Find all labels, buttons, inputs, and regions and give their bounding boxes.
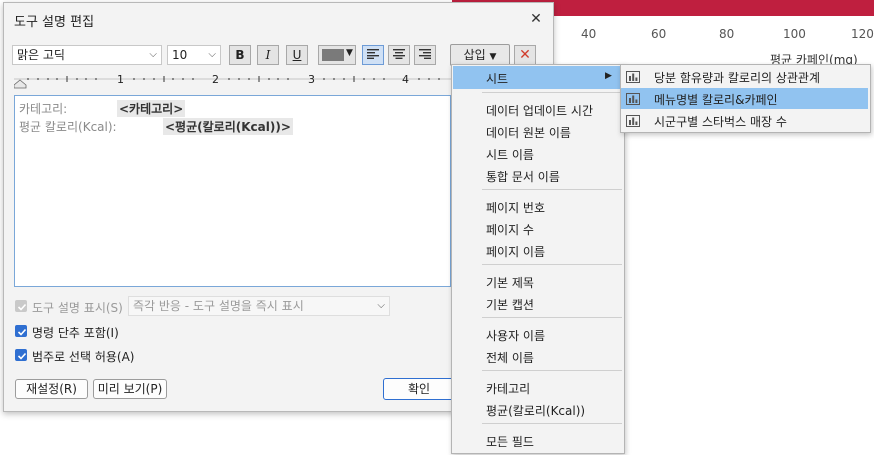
axis-tick-label: 80 <box>719 27 735 41</box>
ruler-number: 3 <box>308 73 315 86</box>
field-tag-category[interactable]: <카테고리> <box>117 100 186 117</box>
ruler-number: 1 <box>117 73 124 86</box>
bar-chart-icon <box>626 115 640 127</box>
insert-menu: 시트 ▶ 데이터 업데이트 시간 데이터 원본 이름 시트 이름 통합 문서 이… <box>451 64 625 454</box>
tooltip-mode-value: 즉각 반응 - 도구 설명을 즉시 표시 <box>133 299 304 313</box>
menu-item[interactable]: 모든 필드 <box>486 433 534 450</box>
bar-chart-icon <box>626 71 640 83</box>
editor-label-category: 카테고리: <box>19 102 68 116</box>
close-button[interactable]: ✕ <box>524 8 548 30</box>
font-color-picker[interactable]: ▼ <box>318 45 356 65</box>
menu-item[interactable]: 데이터 업데이트 시간 <box>486 102 593 119</box>
insert-menu-button[interactable]: 삽입 ▼ <box>450 44 510 66</box>
clear-button[interactable]: ✕ <box>514 45 536 65</box>
allow-category-select-label: 범주로 선택 허용(A) <box>32 350 135 364</box>
align-center-icon <box>393 49 405 59</box>
submenu-item[interactable]: 당분 함유량과 칼로리의 상관관계 <box>621 66 868 87</box>
menu-separator <box>482 317 622 318</box>
underline-button[interactable]: U <box>286 45 308 65</box>
submenu-arrow-icon: ▶ <box>605 71 612 81</box>
ruler-number: 4 <box>402 73 409 86</box>
menu-item[interactable]: 시트 이름 <box>486 146 534 163</box>
menu-separator <box>482 423 622 424</box>
submenu-item-label: 메뉴명별 칼로리&카페인 <box>654 93 778 107</box>
align-right-icon <box>419 49 431 59</box>
menu-item[interactable]: 카테고리 <box>486 380 530 397</box>
italic-button[interactable]: I <box>257 45 279 65</box>
align-left-button[interactable] <box>362 45 384 65</box>
menu-item[interactable]: 기본 캡션 <box>486 296 534 313</box>
sheets-submenu: 당분 함유량과 칼로리의 상관관계 메뉴명별 칼로리&카페인 시군구별 스타벅스… <box>620 64 871 133</box>
axis-tick-label: 100 <box>783 27 806 41</box>
chevron-down-icon: ▼ <box>346 48 353 58</box>
axis-tick-label: 120 <box>851 27 874 41</box>
clear-x-icon: ✕ <box>519 47 531 63</box>
align-center-button[interactable] <box>388 45 410 65</box>
menu-item[interactable]: 페이지 수 <box>486 221 534 238</box>
insert-label: 삽입 <box>463 48 486 62</box>
ruler-scale <box>13 76 451 89</box>
check-icon <box>17 352 27 360</box>
caret-down-icon: ▼ <box>489 52 497 62</box>
menu-separator <box>482 370 622 371</box>
show-tooltip-checkbox[interactable] <box>15 300 27 312</box>
ruler-number: 2 <box>212 73 219 86</box>
reset-button[interactable]: 재설정(R) <box>15 379 88 399</box>
allow-category-select-checkbox[interactable] <box>15 349 27 361</box>
menu-item[interactable]: 페이지 번호 <box>486 199 545 216</box>
menu-item[interactable]: 기본 제목 <box>486 274 534 291</box>
submenu-item-label: 시군구별 스타벅스 매장 수 <box>654 115 787 129</box>
chevron-down-icon: ⌵ <box>208 49 216 60</box>
field-tag-avg-calories[interactable]: <평균(칼로리(Kcal))> <box>163 118 293 135</box>
menu-separator <box>482 92 622 93</box>
close-icon: ✕ <box>530 11 542 27</box>
bold-button[interactable]: B <box>229 45 251 65</box>
axis-tick-label: 40 <box>581 27 597 41</box>
menu-separator <box>482 264 622 265</box>
font-size-select[interactable]: 10 ⌵ <box>167 45 221 65</box>
menu-item[interactable]: 데이터 원본 이름 <box>486 124 571 141</box>
chevron-down-icon: ⌵ <box>149 49 157 60</box>
editor-label-avg-calories: 평균 칼로리(Kcal): <box>19 120 117 134</box>
menu-item[interactable]: 페이지 이름 <box>486 243 545 260</box>
tooltip-mode-select[interactable]: 즉각 반응 - 도구 설명을 즉시 표시 ⌵ <box>128 296 390 316</box>
menu-item[interactable]: 전체 이름 <box>486 349 534 366</box>
check-icon <box>17 303 27 311</box>
menu-item-sheet-label: 시트 <box>486 72 509 86</box>
preview-button[interactable]: 미리 보기(P) <box>93 379 167 399</box>
show-tooltip-label: 도구 설명 표시(S) <box>32 301 123 315</box>
chevron-down-icon: ⌵ <box>377 300 385 311</box>
submenu-item[interactable]: 시군구별 스타벅스 매장 수 <box>621 110 868 131</box>
check-icon <box>17 328 27 336</box>
submenu-item-label: 당분 함유량과 칼로리의 상관관계 <box>654 71 821 85</box>
menu-item-sheet[interactable]: 시트 ▶ <box>453 66 621 89</box>
font-family-select[interactable]: 맑은 고딕 ⌵ <box>12 45 162 65</box>
font-family-value: 맑은 고딕 <box>17 48 65 62</box>
tooltip-editor[interactable]: 카테고리: <카테고리> 평균 칼로리(Kcal): <평균(칼로리(Kcal)… <box>14 95 451 287</box>
axis-tick-label: 60 <box>651 27 667 41</box>
dialog-title: 도구 설명 편집 <box>14 15 95 30</box>
font-size-value: 10 <box>172 48 188 62</box>
ok-button[interactable]: 확인 <box>383 378 455 400</box>
bar-chart-icon <box>626 93 640 105</box>
color-swatch <box>322 49 344 61</box>
submenu-item-highlighted[interactable]: 메뉴명별 칼로리&카페인 <box>621 88 868 109</box>
align-right-button[interactable] <box>414 45 436 65</box>
align-left-icon <box>367 49 379 59</box>
menu-item[interactable]: 평균(칼로리(Kcal)) <box>486 402 585 419</box>
menu-item[interactable]: 사용자 이름 <box>486 327 545 344</box>
menu-separator <box>482 189 622 190</box>
include-command-buttons-label: 명령 단추 포함(I) <box>32 326 119 340</box>
menu-item[interactable]: 통합 문서 이름 <box>486 168 560 185</box>
include-command-buttons-checkbox[interactable] <box>15 325 27 337</box>
ruler: 1 2 3 4 <box>13 71 451 89</box>
